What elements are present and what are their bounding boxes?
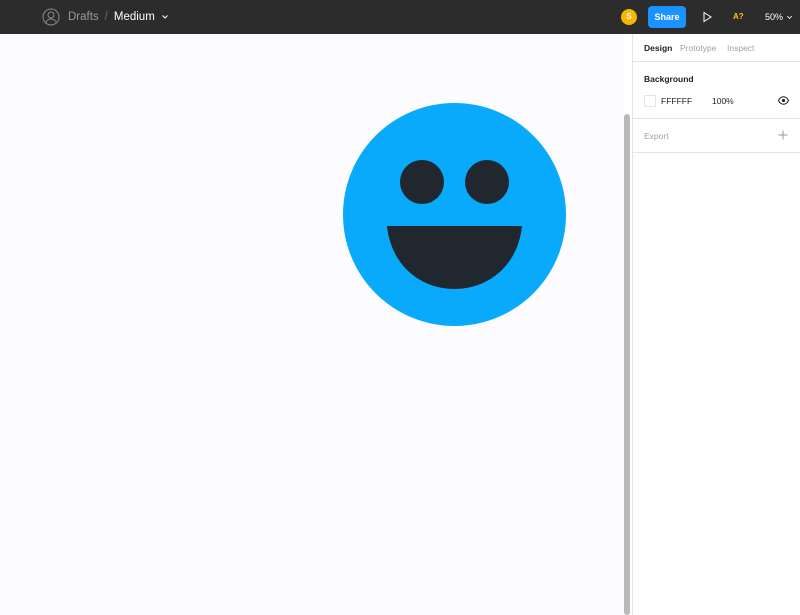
background-hex-field[interactable]: FFFFFF xyxy=(661,95,692,107)
avatar[interactable]: S xyxy=(621,9,637,25)
section-divider xyxy=(633,118,800,119)
left-eye[interactable] xyxy=(400,160,444,204)
zoom-level: 50% xyxy=(765,12,784,22)
chevron-down-icon xyxy=(787,15,793,19)
missing-fonts-indicator[interactable]: A? xyxy=(733,0,744,34)
share-button[interactable]: Share xyxy=(648,6,686,28)
tab-design[interactable]: Design xyxy=(644,34,672,62)
zoom-dropdown[interactable]: 50% xyxy=(765,0,793,34)
eye-icon[interactable] xyxy=(778,96,789,105)
canvas[interactable] xyxy=(0,34,624,615)
face-circle[interactable] xyxy=(343,103,566,326)
breadcrumb: Drafts / Medium xyxy=(68,0,169,34)
play-icon[interactable] xyxy=(701,11,713,23)
right-eye[interactable] xyxy=(465,160,509,204)
tab-inspect[interactable]: Inspect xyxy=(727,34,754,62)
background-color-swatch[interactable] xyxy=(644,95,656,107)
section-divider xyxy=(633,152,800,153)
vertical-scrollbar[interactable] xyxy=(624,114,630,615)
export-section-title: Export xyxy=(644,131,669,141)
toolbar: Drafts / Medium S Share A? 50% xyxy=(0,0,800,34)
chevron-down-icon[interactable] xyxy=(161,13,169,21)
panel-tabs: Design Prototype Inspect xyxy=(633,34,800,62)
smiley-face-shape[interactable] xyxy=(343,103,566,326)
add-export-plus-icon[interactable] xyxy=(778,130,788,140)
background-opacity-field[interactable]: 100% xyxy=(712,95,734,107)
main-menu-icon[interactable] xyxy=(42,8,60,26)
breadcrumb-file-name[interactable]: Medium xyxy=(114,11,155,23)
tab-prototype[interactable]: Prototype xyxy=(680,34,716,62)
breadcrumb-project[interactable]: Drafts xyxy=(68,11,99,23)
breadcrumb-separator: / xyxy=(104,11,108,23)
properties-panel: Design Prototype Inspect Background FFFF… xyxy=(633,34,800,615)
background-section-title: Background xyxy=(644,74,694,84)
